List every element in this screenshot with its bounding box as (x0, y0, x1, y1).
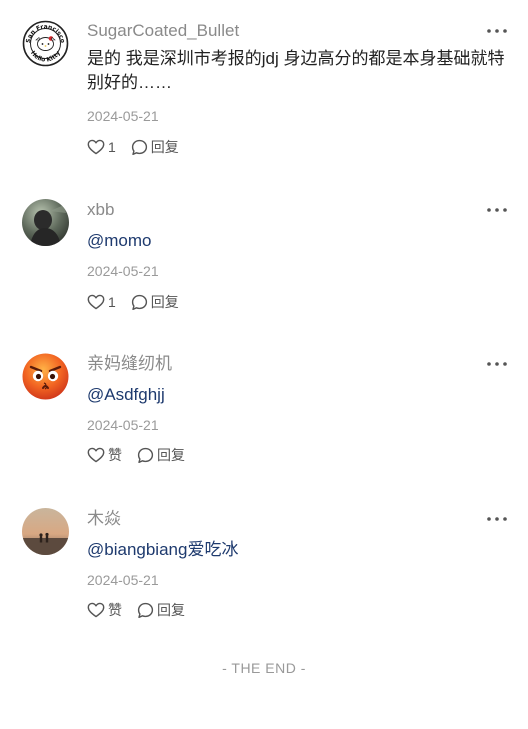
comment-date: 2024-05-21 (87, 108, 159, 124)
reply-button[interactable]: 回复 (137, 600, 185, 620)
like-label: 1 (108, 139, 116, 155)
avatar[interactable] (22, 199, 69, 246)
avatar[interactable] (22, 353, 69, 400)
reply-label: 回复 (150, 139, 179, 155)
username[interactable]: xbb (87, 199, 114, 221)
hello-kitty-badge-icon: San Francisco Hello Kitty (22, 20, 69, 67)
heart-icon (87, 447, 105, 463)
comment-actions: 1 回复 (87, 291, 179, 313)
the-end-label: - THE END - (222, 660, 306, 676)
comment-actions: 赞 回复 (87, 444, 185, 466)
like-label: 赞 (108, 602, 122, 618)
more-dots-icon[interactable] (486, 361, 508, 367)
like-button[interactable]: 1 (87, 294, 116, 310)
reply-button[interactable]: 回复 (137, 445, 185, 465)
like-button[interactable]: 1 (87, 139, 116, 155)
comment-date: 2024-05-21 (87, 417, 159, 433)
heart-icon (87, 139, 105, 155)
heart-icon (87, 294, 105, 310)
chat-bubble-icon (137, 602, 154, 618)
comment-date: 2024-05-21 (87, 572, 159, 588)
username[interactable]: 亲妈缝纫机 (87, 353, 172, 375)
chat-bubble-icon (137, 447, 154, 463)
photo-avatar-icon (22, 199, 69, 246)
comment-actions: 1 回复 (87, 136, 179, 158)
like-button[interactable]: 赞 (87, 600, 122, 620)
reply-button[interactable]: 回复 (131, 137, 179, 157)
comment-actions: 赞 回复 (87, 599, 185, 621)
reply-button[interactable]: 回复 (131, 292, 179, 312)
reply-label: 回复 (150, 294, 179, 310)
like-label: 赞 (108, 447, 122, 463)
avatar[interactable] (22, 508, 69, 555)
mention-link[interactable]: @biangbiang爱吃冰 (87, 538, 507, 562)
angry-face-emoji-icon (22, 353, 69, 400)
mention-link[interactable]: @momo (87, 229, 507, 253)
reply-label: 回复 (157, 602, 185, 618)
username[interactable]: 木焱 (87, 508, 121, 530)
comment-text: 是的 我是深圳市考报的jdj 身边高分的都是本身基础就特别好的…… (87, 49, 505, 92)
avatar[interactable]: San Francisco Hello Kitty (22, 20, 69, 67)
chat-bubble-icon (131, 294, 147, 310)
more-dots-icon[interactable] (486, 28, 508, 34)
more-dots-icon[interactable] (486, 516, 508, 522)
mention-link[interactable]: @Asdfghjj (87, 383, 507, 407)
more-dots-icon[interactable] (486, 207, 508, 213)
like-label: 1 (108, 294, 116, 310)
like-button[interactable]: 赞 (87, 445, 122, 465)
heart-icon (87, 602, 105, 618)
comment-date: 2024-05-21 (87, 263, 159, 279)
username[interactable]: SugarCoated_Bullet (87, 20, 239, 42)
sunset-photo-avatar-icon (22, 508, 69, 555)
reply-label: 回复 (157, 447, 185, 463)
chat-bubble-icon (131, 139, 147, 155)
